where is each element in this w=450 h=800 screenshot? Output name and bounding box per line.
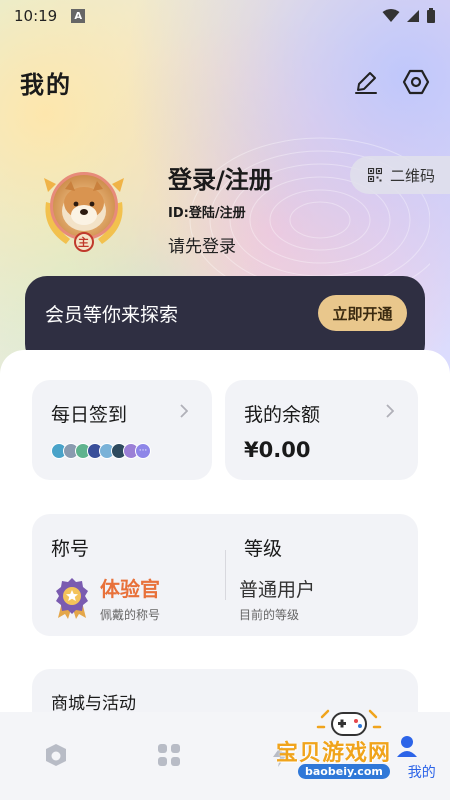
- qrcode-icon: [368, 168, 382, 182]
- apps-grid-icon: [157, 744, 180, 766]
- notification-badge: A: [71, 9, 86, 23]
- title-value: 体验官: [100, 577, 160, 601]
- chevron-right-icon: [180, 404, 188, 418]
- level-label: 等级: [244, 538, 283, 560]
- home-icon: [46, 744, 67, 766]
- battery-icon: [427, 8, 435, 23]
- page-title: 我的: [20, 70, 72, 99]
- dog-avatar-image: [62, 181, 106, 231]
- divider: [225, 550, 226, 600]
- nav-home[interactable]: [0, 712, 113, 800]
- page-header: 我的: [20, 62, 430, 102]
- edit-icon: [355, 72, 377, 94]
- qrcode-label: 二维码: [390, 166, 436, 185]
- login-hint: 请先登录: [168, 237, 236, 257]
- status-bar: 10:19 A: [0, 0, 450, 32]
- watermark: 宝贝游戏网 baobeiy.com: [276, 705, 426, 790]
- balance-value: ¥0.00: [244, 438, 311, 462]
- level-sub: 目前的等级: [239, 608, 300, 622]
- rank-badge-char: 主: [78, 236, 89, 249]
- balance-title: 我的余额: [244, 404, 321, 426]
- level-value: 普通用户: [239, 579, 316, 601]
- edit-button[interactable]: [352, 68, 380, 96]
- title-sub: 佩戴的称号: [100, 608, 161, 622]
- signal-icon: [407, 10, 419, 22]
- status-time: 10:19: [14, 7, 58, 25]
- watermark-text: 宝贝游戏网: [276, 741, 392, 766]
- nav-apps[interactable]: [113, 712, 226, 800]
- profile-info: 登录/注册 ID:登陆/注册 请先登录: [168, 160, 273, 257]
- wifi-icon: [382, 9, 400, 22]
- title-label: 称号: [51, 538, 90, 560]
- balance-card[interactable]: 我的余额 ¥0.00: [225, 380, 418, 480]
- avatar: [50, 172, 118, 240]
- title-level-card: 称号 等级 体验官 佩戴的称号 普通用户 目前的等级: [32, 514, 418, 636]
- watermark-url: baobeiy.com: [298, 764, 390, 779]
- login-register-link[interactable]: 登录/注册: [168, 160, 273, 195]
- more-dots-icon: ···: [135, 443, 151, 459]
- settings-button[interactable]: [402, 68, 430, 96]
- avatar-frame[interactable]: 主: [38, 162, 130, 254]
- vip-text: 会员等你来探索: [45, 304, 179, 326]
- checkin-avatars: ···: [51, 443, 151, 459]
- mall-title: 商城与活动: [51, 694, 136, 714]
- chevron-right-icon: [386, 404, 394, 418]
- qrcode-button[interactable]: 二维码: [350, 156, 450, 194]
- vip-open-button[interactable]: 立即开通: [318, 295, 407, 331]
- checkin-title: 每日签到: [51, 404, 128, 426]
- daily-checkin-card[interactable]: 每日签到 ···: [32, 380, 212, 480]
- settings-hex-icon: [402, 69, 430, 95]
- medal-icon: [56, 578, 88, 619]
- user-id: ID:登陆/注册: [168, 206, 246, 221]
